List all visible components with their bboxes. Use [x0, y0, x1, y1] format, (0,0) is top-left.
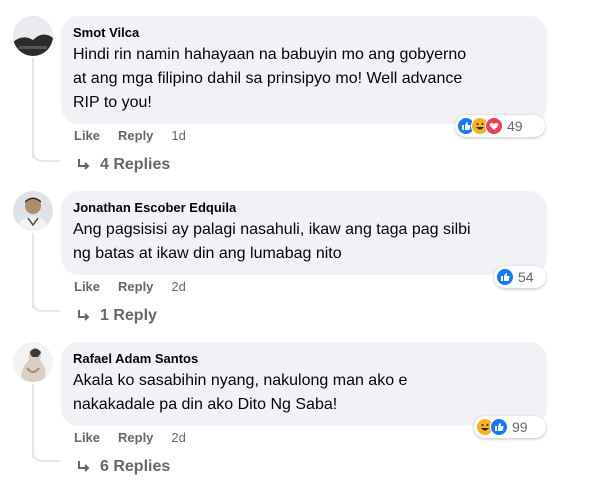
view-replies-label: 4 Replies	[100, 156, 171, 173]
like-button[interactable]: Like	[74, 128, 100, 143]
like-icon	[490, 418, 508, 436]
view-replies-link[interactable]: 4 Replies	[76, 156, 170, 174]
reply-arrow-icon	[78, 310, 90, 321]
thread-line	[32, 233, 34, 308]
view-replies-label: 1 Reply	[100, 307, 157, 324]
comment-text-line: at ang mga filipino dahil sa prinsipyo m…	[73, 70, 463, 87]
view-replies-link[interactable]: 1 Reply	[76, 307, 157, 325]
comment-text-line: nakakadale pa din ako Dito Ng Saba!	[73, 396, 338, 413]
like-button[interactable]: Like	[74, 279, 100, 294]
reaction-count: 99	[512, 419, 528, 435]
comment-actions: Like Reply 2d	[74, 279, 186, 294]
comment-text: Ang pagsisisi ay palagi nasahuli, ikaw a…	[73, 218, 535, 266]
like-icon	[496, 268, 514, 286]
comment-text-line: RIP to you!	[73, 94, 152, 111]
reply-button[interactable]: Reply	[118, 430, 153, 445]
reply-button[interactable]: Reply	[118, 279, 153, 294]
comment-text-line: ng batas at ikaw din ang lumabag nito	[73, 245, 342, 262]
like-button[interactable]: Like	[74, 430, 100, 445]
thread-line	[32, 58, 34, 158]
reply-button[interactable]: Reply	[118, 128, 153, 143]
reply-arrow-icon	[78, 461, 90, 472]
comment-author[interactable]: Jonathan Escober Edquila	[73, 199, 535, 216]
comment-author[interactable]: Rafael Adam Santos	[73, 350, 535, 367]
comment-timestamp[interactable]: 2d	[171, 430, 185, 445]
love-icon	[485, 117, 503, 135]
comment-text-line: Akala ko sasabihin nyang, nakulong man a…	[73, 372, 408, 389]
comment-actions: Like Reply 1d	[74, 128, 186, 143]
reaction-summary[interactable]: 49	[455, 115, 545, 137]
avatar[interactable]	[13, 16, 53, 56]
thread-elbow	[32, 448, 60, 462]
comment-text: Akala ko sasabihin nyang, nakulong man a…	[73, 369, 535, 417]
thread-elbow	[32, 298, 60, 312]
thread-line	[32, 384, 34, 458]
avatar[interactable]	[13, 342, 53, 382]
comment-text-line: Hindi rin namin hahayaan na babuyin mo a…	[73, 46, 467, 63]
reaction-count: 49	[507, 118, 523, 134]
comment-bubble: Jonathan Escober Edquila Ang pagsisisi a…	[61, 191, 547, 275]
avatar-image	[13, 342, 53, 382]
comment-timestamp[interactable]: 1d	[171, 128, 185, 143]
reaction-summary[interactable]: 99	[474, 416, 546, 438]
view-replies-label: 6 Replies	[100, 458, 171, 475]
comment-timestamp[interactable]: 2d	[171, 279, 185, 294]
comment-text-line: Ang pagsisisi ay palagi nasahuli, ikaw a…	[73, 221, 471, 238]
reply-arrow-icon	[78, 159, 90, 170]
comment-author[interactable]: Smot Vilca	[73, 24, 535, 41]
avatar[interactable]	[13, 191, 53, 231]
comment-bubble: Rafael Adam Santos Akala ko sasabihin ny…	[61, 342, 547, 426]
comment-actions: Like Reply 2d	[74, 430, 186, 445]
comment-text: Hindi rin namin hahayaan na babuyin mo a…	[73, 43, 535, 115]
avatar-image	[13, 191, 53, 231]
reaction-count: 54	[518, 269, 534, 285]
reaction-summary[interactable]: 54	[494, 266, 546, 288]
avatar-image	[13, 16, 53, 56]
thread-elbow	[32, 148, 60, 162]
view-replies-link[interactable]: 6 Replies	[76, 458, 170, 476]
comment-bubble: Smot Vilca Hindi rin namin hahayaan na b…	[61, 16, 547, 124]
